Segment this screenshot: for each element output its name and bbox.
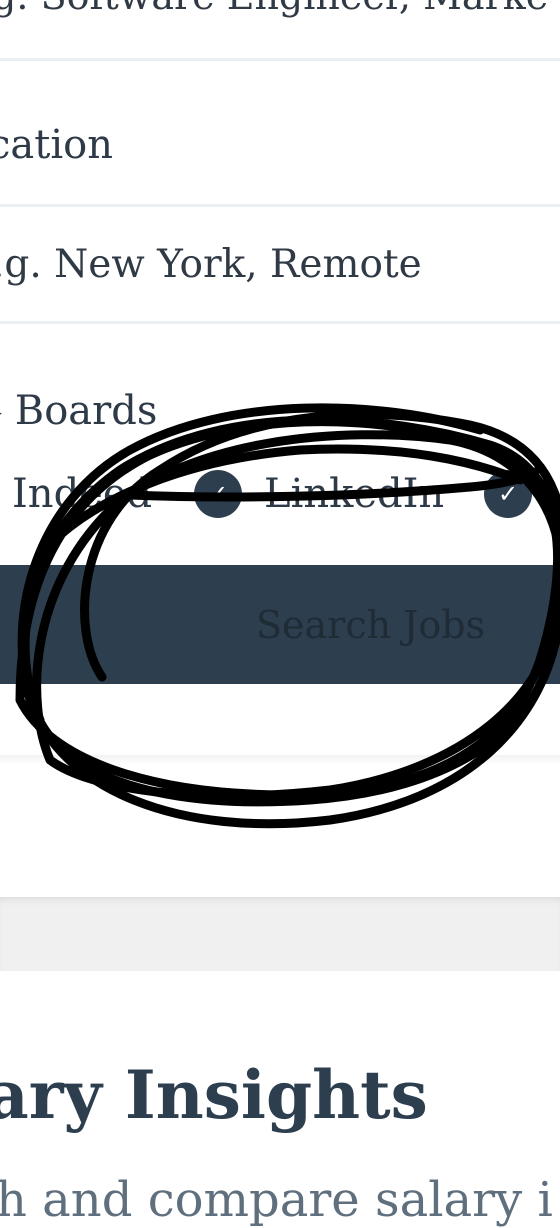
job-boards-label: ▸ Boards [0, 388, 157, 434]
salary-insights-subtitle: h and compare salary i [0, 1172, 553, 1228]
location-label: cation [0, 122, 113, 168]
board-option-indeed[interactable]: Indeed [12, 470, 152, 518]
board-label-indeed: Indeed [12, 471, 153, 517]
checkmark-icon[interactable]: ✓ [484, 470, 532, 518]
board-label-linkedin: LinkedIn [264, 471, 445, 517]
job-title-input[interactable]: .g. Software Engineer, Marke [0, 0, 548, 18]
job-boards-label-text: Boards [14, 388, 158, 434]
divider [0, 58, 560, 61]
salary-insights-title: ary Insights [0, 1056, 428, 1134]
divider [0, 204, 560, 207]
board-option-linkedin[interactable]: ✓ LinkedIn [194, 470, 444, 518]
search-jobs-label: Search Jobs [256, 602, 486, 647]
search-jobs-button[interactable]: Search Jobs [0, 565, 560, 684]
divider [0, 321, 560, 324]
section-separator [0, 897, 560, 971]
location-input[interactable]: .g. New York, Remote [0, 242, 422, 287]
checkmark-icon[interactable]: ✓ [194, 470, 242, 518]
board-option-3[interactable]: ✓ [484, 470, 532, 518]
card-bottom-shadow [0, 755, 560, 765]
